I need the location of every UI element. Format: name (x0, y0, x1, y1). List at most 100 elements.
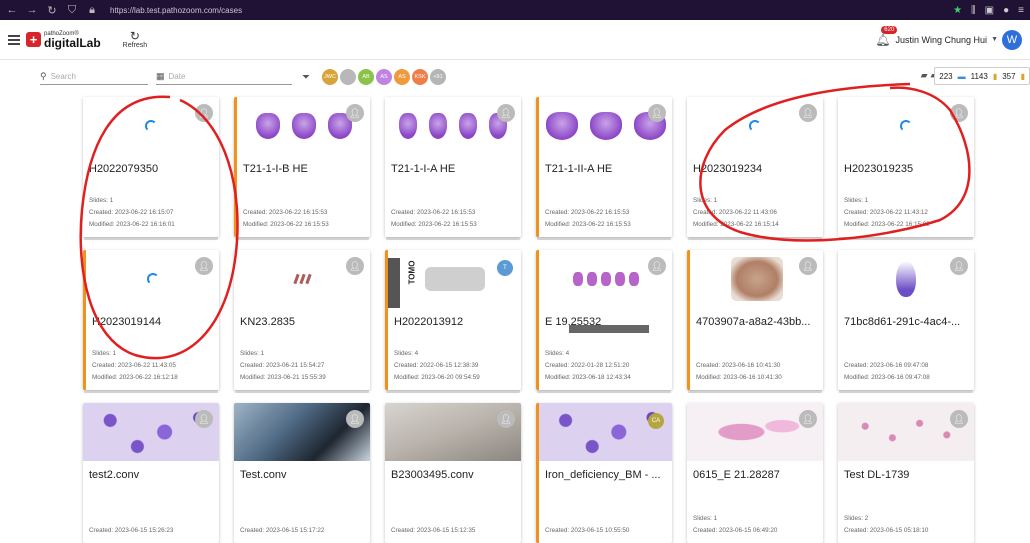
case-meta: Slides: 2 Created: 2023-06-15 05:18:10 (844, 513, 928, 537)
forward-icon[interactable]: → (26, 4, 38, 16)
case-card[interactable]: 👤︎ 0615_E 21.28287 Slides: 1 Created: 2023-… (687, 403, 823, 543)
user-chip[interactable]: AS (376, 69, 392, 85)
date-input[interactable]: ▦ Date (156, 69, 292, 85)
notifications-button[interactable]: 🔔︎ 620 (875, 25, 898, 47)
user-chip[interactable]: JWC (322, 69, 338, 85)
other-count: 357 (1002, 71, 1016, 81)
slides-count: Slides: 1 (693, 515, 718, 522)
user-chip[interactable] (340, 69, 356, 85)
bell-icon: 🔔︎ (875, 32, 891, 47)
card-thumbnail[interactable] (539, 403, 672, 461)
case-meta: Slides: 4 Created: 2022-01-28 12:51:20 Mod… (545, 348, 631, 384)
slide-thumbnail (424, 267, 485, 291)
person-icon[interactable]: 👤︎ (346, 257, 364, 275)
case-card[interactable]: 👤︎ Test.conv Created: 2023-06-15 15:17:22 (234, 403, 370, 543)
created-date: Created: 2023-06-22 16:15:53 (545, 209, 630, 216)
person-icon[interactable]: 👤︎ (346, 104, 364, 122)
user-chip[interactable]: AB (358, 69, 374, 85)
case-grid: 👤︎ H2022079350 Slides: 1 Created: 2023-06-2… (83, 97, 974, 543)
user-avatar[interactable]: W (1002, 29, 1022, 50)
address-bar[interactable]: https://lab.test.pathozoom.com/cases (110, 6, 945, 15)
case-meta: Slides: 4 Created: 2022-06-15 12:38:39 Mod… (394, 348, 480, 384)
modified-date: Modified: 2023-06-22 16:15:02 (844, 221, 930, 228)
menu-icon[interactable]: ≡ (1018, 5, 1024, 16)
person-icon[interactable]: 👤︎ (497, 104, 515, 122)
user-chip[interactable]: AS (394, 69, 410, 85)
case-title: T21-1-I-B HE (243, 163, 308, 175)
user-name[interactable]: Justin Wing Chung Hui (896, 35, 988, 45)
back-icon[interactable]: ← (6, 4, 18, 16)
person-icon[interactable]: 👤︎ (799, 257, 817, 275)
case-meta: Created: 2023-06-15 15:12:35 (391, 525, 475, 537)
case-card[interactable]: 👤︎ 4703907a-a8a2-43bb... Created: 2023-06-… (687, 250, 823, 390)
reload-icon[interactable]: ↻ (46, 4, 58, 17)
assignee-badge[interactable]: CA (648, 413, 664, 429)
case-card[interactable]: 👤︎ KN23.2835 Slides: 1 Created: 2023-06-21 … (234, 250, 370, 390)
case-card[interactable]: 👤︎ test2.conv Created: 2023-06-15 15:26:23 (83, 403, 219, 543)
calendar-icon: ▦ (156, 71, 165, 81)
person-icon[interactable]: 👤︎ (497, 410, 515, 428)
case-card[interactable]: 👤︎ Test DL-1739 Slides: 2 Created: 2023-06-… (838, 403, 974, 543)
case-card[interactable]: T H2022013912 Slides: 4 Created: 2022-06-15… (385, 250, 521, 390)
chevron-down-icon[interactable]: ▼ (991, 36, 998, 43)
person-icon[interactable]: 👤︎ (950, 410, 968, 428)
lock-icon: 🔒︎ (89, 3, 95, 16)
person-icon[interactable]: 👤︎ (950, 257, 968, 275)
logo-big-text: digitalLab (44, 35, 101, 50)
folder-add-icon[interactable]: ▰ (921, 70, 928, 81)
case-card[interactable]: 👤︎ H2023019144 Slides: 1 Created: 2023-06-2… (83, 250, 219, 390)
case-card[interactable]: 👤︎ B23003495.conv Created: 2023-06-15 15:1… (385, 403, 521, 543)
user-chip[interactable]: +91 (430, 69, 446, 85)
person-icon[interactable]: 👤︎ (648, 104, 666, 122)
filter-bar: ⚲ Search ▦ Date ⏷ JWCABASASKSK+91 ▰ ▰ ▦ … (0, 60, 1030, 94)
created-date: Created: 2023-06-15 05:18:10 (844, 527, 929, 534)
slides-count: Slides: 4 (394, 350, 419, 357)
refresh-label: Refresh (122, 42, 148, 49)
created-date: Created: 2023-06-22 11:43:05 (92, 362, 176, 369)
slides-count: Slides: 1 (844, 197, 869, 204)
case-card[interactable]: 👤︎ H2023019235 Slides: 1 Created: 2023-06-2… (838, 97, 974, 237)
case-card[interactable]: 👤︎ 71bc8d61-291c-4ac4-... Created: 2023-06… (838, 250, 974, 390)
person-icon[interactable]: 👤︎ (195, 104, 213, 122)
assignee-badge[interactable]: T (497, 260, 513, 276)
case-card[interactable]: 👤︎ E 19.25532 Slides: 4 Created: 2022-01-28… (536, 250, 672, 390)
filter-funnel-icon[interactable]: ⏷ (302, 72, 310, 83)
person-icon[interactable]: 👤︎ (195, 257, 213, 275)
profile-icon[interactable]: ● (1003, 5, 1009, 16)
search-input[interactable]: ⚲ Search (40, 69, 148, 85)
modified-date: Modified: 2023-06-20 09:54:59 (394, 374, 480, 381)
created-date: Created: 2023-06-21 15:54:27 (240, 362, 325, 369)
slide-thumbnail (730, 257, 783, 301)
person-icon[interactable]: 👤︎ (346, 410, 364, 428)
case-card[interactable]: 👤︎ T21-1-II-A HE Created: 2023-06-22 16:15… (536, 97, 672, 237)
case-meta: Slides: 1 Created: 2023-06-21 15:54:27 Mod… (240, 348, 326, 384)
extension-icon[interactable]: ▣ (985, 5, 994, 16)
case-card[interactable]: CA Iron_deficiency_BM - ... Created: 2023-… (536, 403, 672, 543)
tag-icon: ▮ (1020, 71, 1025, 81)
refresh-button[interactable]: ↻ Refresh (123, 30, 148, 49)
user-chip[interactable]: KSK (412, 69, 428, 85)
hamburger-menu-icon[interactable] (8, 34, 20, 45)
person-icon[interactable]: 👤︎ (799, 410, 817, 428)
case-title: 0615_E 21.28287 (693, 469, 780, 481)
case-meta: Created: 2023-06-16 10:41:30 Modified: 20… (696, 360, 782, 384)
case-title: 71bc8d61-291c-4ac4-... (844, 316, 961, 328)
case-card[interactable]: 👤︎ H2022079350 Slides: 1 Created: 2023-06-2… (83, 97, 219, 237)
person-icon[interactable]: 👤︎ (950, 104, 968, 122)
modified-date: Modified: 2023-06-18 12:43:34 (545, 374, 631, 381)
case-title: H2023019234 (693, 163, 763, 175)
case-meta: Created: 2023-06-16 09:47:08 Modified: 20… (844, 360, 930, 384)
bookmark-star-icon[interactable]: ★ (953, 5, 962, 16)
search-placeholder: Search (50, 72, 76, 81)
app-logo[interactable]: + pathoZoom® digitalLab (26, 31, 101, 49)
person-icon[interactable]: 👤︎ (648, 257, 666, 275)
created-date: Created: 2023-06-22 16:15:53 (243, 209, 328, 216)
case-card[interactable]: 👤︎ T21-1-I-B HE Created: 2023-06-22 16:15:… (234, 97, 370, 237)
case-card[interactable]: 👤︎ T21-1-I-A HE Created: 2023-06-22 16:15:… (385, 97, 521, 237)
slides-count: Slides: 1 (240, 350, 265, 357)
created-date: Created: 2023-06-16 09:47:08 (844, 362, 929, 369)
person-icon[interactable]: 👤︎ (195, 410, 213, 428)
person-icon[interactable]: 👤︎ (799, 104, 817, 122)
case-card[interactable]: 👤︎ H2023019234 Slides: 1 Created: 2023-06-2… (687, 97, 823, 237)
library-icon[interactable]: ⫼ (971, 5, 976, 16)
